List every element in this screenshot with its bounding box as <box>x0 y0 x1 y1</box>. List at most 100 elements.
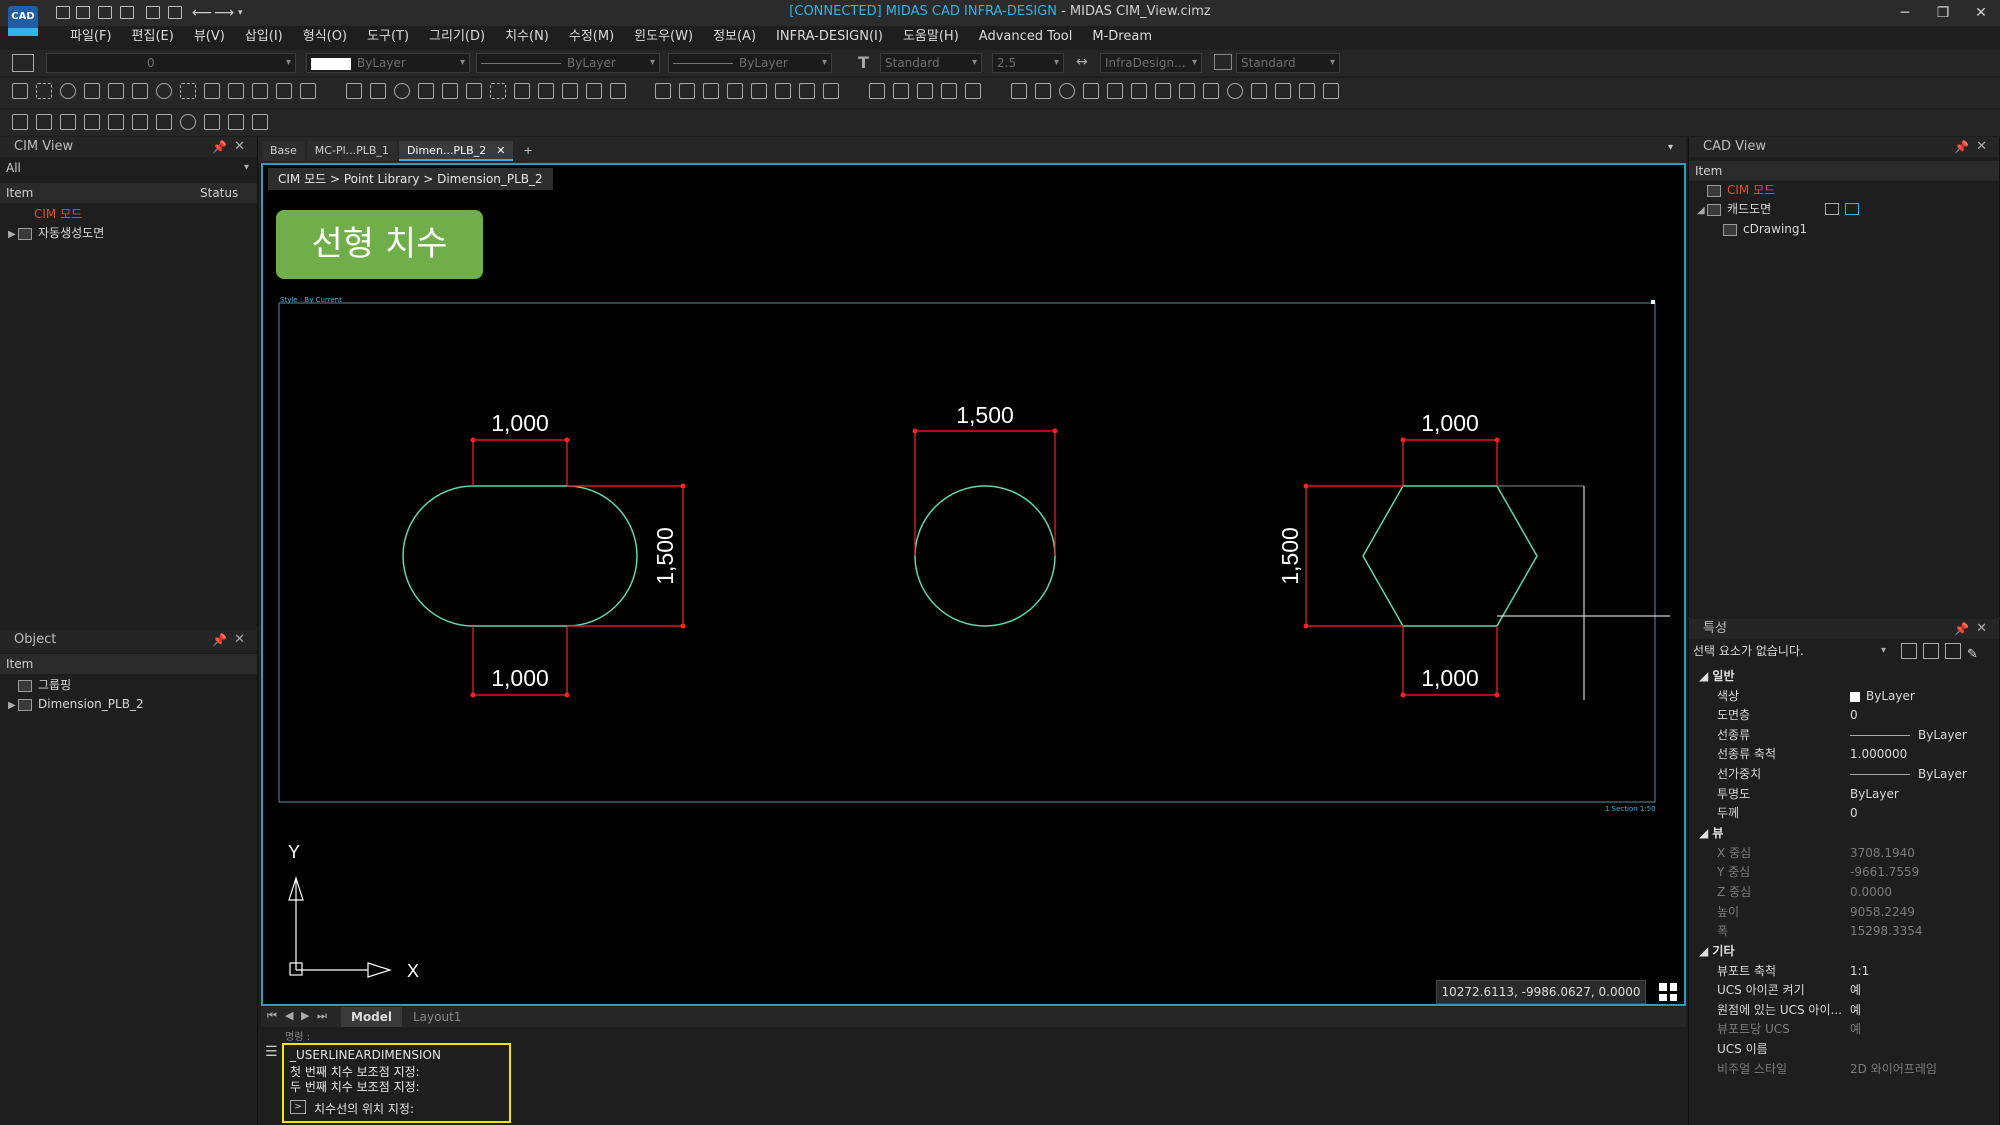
table-merge-icon[interactable] <box>964 83 981 99</box>
mirror-tool-icon[interactable] <box>441 83 458 99</box>
layer-dropdown[interactable]: 0 ▾ <box>46 53 296 73</box>
align-tool-icon[interactable] <box>727 83 744 99</box>
properties-tool-icon[interactable] <box>1010 83 1027 99</box>
frame-grip[interactable] <box>1651 300 1655 304</box>
menu-modify[interactable]: 수정(M) <box>559 26 624 48</box>
layer-states-icon[interactable] <box>108 114 124 130</box>
measure-tool-icon[interactable] <box>799 83 816 99</box>
tree-item-dimension-plb-2[interactable]: ▶ Dimension_PLB_2 <box>8 695 257 715</box>
slot-shape[interactable] <box>402 485 638 627</box>
arc-tool-icon[interactable] <box>84 83 100 99</box>
tree-item-cdrawing1[interactable]: cDrawing1 <box>1697 220 1999 239</box>
viewport-layout-icon[interactable] <box>1656 980 1680 1004</box>
prop-row[interactable]: UCS 아이콘 켜기 예 <box>1689 981 1999 1000</box>
spline-tool-icon[interactable] <box>204 83 220 99</box>
tree-item-auto-drawing[interactable]: ▶ 자동생성도면 <box>8 224 257 244</box>
brush-tool-icon[interactable] <box>252 114 268 130</box>
image-tool-icon[interactable] <box>1130 83 1147 99</box>
chamfer-tool-icon[interactable] <box>561 83 578 99</box>
prop-row[interactable]: 도면층 0 <box>1689 706 1999 725</box>
hatch-tool-icon[interactable] <box>180 83 196 99</box>
drawing-canvas[interactable]: Style : By Current 1 Section 1:50 1,000 … <box>263 165 1684 1004</box>
panel-close-icon[interactable]: ✕ <box>234 137 245 157</box>
prop-row[interactable]: 투명도 ByLayer <box>1689 785 1999 804</box>
join-tool-icon[interactable] <box>703 83 720 99</box>
menu-window[interactable]: 윈도우(W) <box>624 26 703 48</box>
pin-icon[interactable]: 📌 <box>1954 137 1969 157</box>
block-tool-icon[interactable] <box>276 83 292 99</box>
layer-tool-icon[interactable] <box>1082 83 1099 99</box>
last-layout-icon[interactable]: ⏭ <box>317 1009 327 1023</box>
viewport-tool-icon[interactable] <box>1154 83 1171 99</box>
copy-tool-icon[interactable] <box>369 83 386 99</box>
prop-row[interactable]: 선종류 축척 1.000000 <box>1689 745 1999 764</box>
menu-tools[interactable]: 도구(T) <box>357 26 419 48</box>
quick-select-icon[interactable] <box>1901 643 1917 659</box>
tab-list-dropdown-icon[interactable]: ▾ <box>1668 142 1673 153</box>
circle-tool-icon[interactable] <box>60 83 76 99</box>
prop-row[interactable]: 선가중치 ByLayer <box>1689 765 1999 784</box>
mtext-tool-icon[interactable] <box>252 83 268 99</box>
prop-row[interactable]: 뷰포트 축척 1:1 <box>1689 962 1999 981</box>
tab-base[interactable]: Base <box>262 141 305 161</box>
polygon-tool-icon[interactable] <box>132 83 148 99</box>
line-weight-icon[interactable] <box>132 114 148 130</box>
linetype-dropdown[interactable]: ByLayer ▾ <box>476 53 660 73</box>
section-misc[interactable]: ◢ 기타 <box>1699 942 1735 959</box>
first-layout-icon[interactable]: ⏮ <box>267 1009 277 1023</box>
restore-icon[interactable]: ❐ <box>1924 2 1962 24</box>
prop-row[interactable]: 선종류 ByLayer <box>1689 726 1999 745</box>
redo-icon[interactable]: ⟶ <box>214 5 234 21</box>
new-tab-button[interactable]: + <box>515 141 540 161</box>
tab-layout1[interactable]: Layout1 <box>403 1007 471 1027</box>
polyline-tool-icon[interactable] <box>36 83 52 99</box>
new-file-icon[interactable] <box>56 6 70 19</box>
plot-tool-icon[interactable] <box>1250 83 1267 99</box>
table-edit-icon[interactable] <box>916 83 933 99</box>
insert-tool-icon[interactable] <box>300 83 316 99</box>
snap-settings-icon[interactable] <box>12 114 28 130</box>
zoom-tool-icon[interactable] <box>1178 83 1195 99</box>
collapse-arrow-icon[interactable]: ◢ <box>1697 201 1707 220</box>
print-icon[interactable] <box>146 6 160 19</box>
pin-icon[interactable]: 📌 <box>1954 619 1969 639</box>
circle-shape[interactable] <box>914 485 1056 627</box>
tree-item-grouping[interactable]: 그룹핑 <box>8 676 257 695</box>
hexagon-shape[interactable] <box>1362 485 1538 627</box>
lengthen-tool-icon[interactable] <box>751 83 768 99</box>
erase-tool-icon[interactable] <box>775 83 792 99</box>
toggle-pickadd-icon[interactable] <box>1923 643 1939 659</box>
menu-dimension[interactable]: 치수(N) <box>495 26 559 48</box>
export-tool-icon[interactable] <box>1298 83 1315 99</box>
pin-icon[interactable]: 📌 <box>212 137 227 157</box>
menu-m-dream[interactable]: M-Dream <box>1082 26 1162 48</box>
pin-icon[interactable]: 📌 <box>212 630 227 650</box>
tab-dimension-plb-2[interactable]: Dimen...PLB_2 ✕ <box>398 141 514 161</box>
open-file-icon[interactable] <box>76 6 90 19</box>
prop-row[interactable]: 원점에 있는 UCS 아이... 예 <box>1689 1001 1999 1020</box>
calculator-tool-icon[interactable] <box>1322 83 1339 99</box>
dimension-edit-icon[interactable] <box>228 114 244 130</box>
panel-close-icon[interactable]: ✕ <box>234 630 245 650</box>
text-frame-icon[interactable] <box>36 114 52 130</box>
menu-insert[interactable]: 삽입(I) <box>235 26 293 48</box>
command-menu-icon[interactable]: ☰ <box>265 1044 278 1060</box>
save-icon[interactable] <box>98 6 112 19</box>
break-tool-icon[interactable] <box>679 83 696 99</box>
select-objects-icon[interactable] <box>1945 643 1961 659</box>
undo-icon[interactable]: ⟵ <box>192 5 212 21</box>
settings-gear-icon[interactable] <box>1058 83 1075 99</box>
move-tool-icon[interactable] <box>345 83 362 99</box>
app-logo[interactable]: CAD <box>8 6 38 36</box>
menu-edit[interactable]: 편집(E) <box>122 26 184 48</box>
render-tool-icon[interactable] <box>1226 83 1243 99</box>
minimize-icon[interactable]: ─ <box>1886 2 1924 24</box>
scale-view-icon[interactable] <box>204 114 220 130</box>
section-general[interactable]: ◢ 일반 <box>1699 667 1735 684</box>
prop-row[interactable]: 색상 ByLayer <box>1689 687 1999 706</box>
command-prompt[interactable]: 치수선의 위치 지정: <box>314 1100 414 1117</box>
table-tool-icon[interactable] <box>868 83 885 99</box>
menu-file[interactable]: 파일(F) <box>60 26 122 48</box>
fillet-tool-icon[interactable] <box>537 83 554 99</box>
scale-tool-icon[interactable] <box>417 83 434 99</box>
